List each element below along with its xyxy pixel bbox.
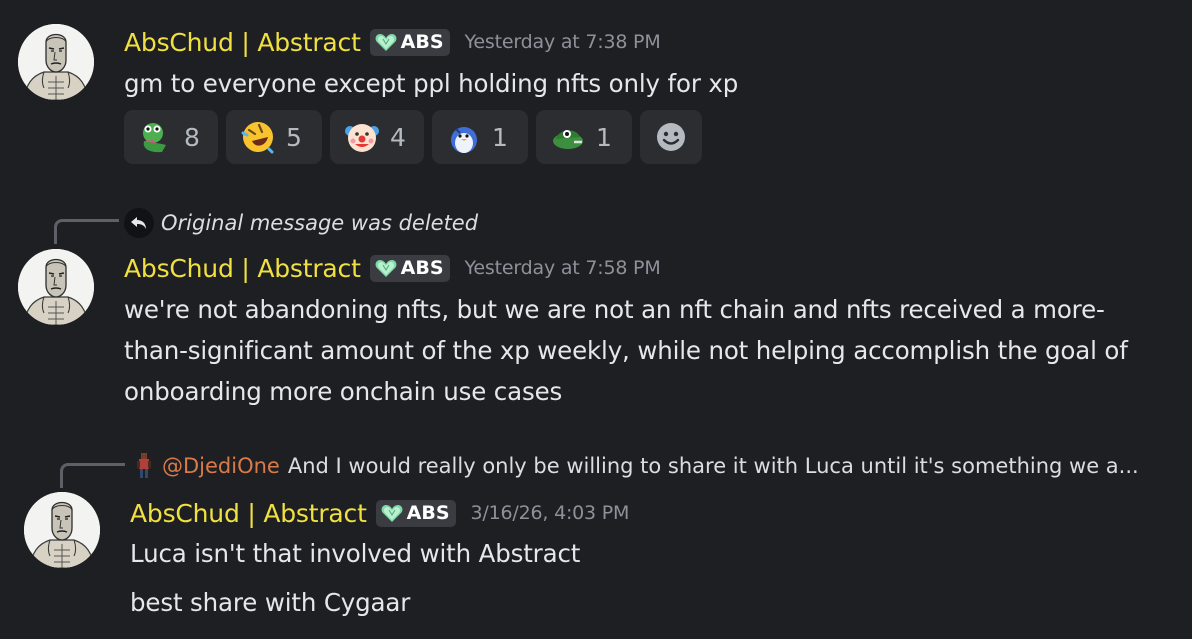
reply-preview[interactable]: Original message was deleted xyxy=(124,207,478,239)
reply-connector xyxy=(60,463,125,488)
add-reaction-button[interactable] xyxy=(640,110,702,164)
server-tag-label: ABS xyxy=(400,257,444,279)
message-line: than-significant amount of the xp weekly… xyxy=(124,336,1128,365)
reaction-button[interactable]: 8 xyxy=(124,110,218,164)
reply-arrow-icon xyxy=(124,208,154,238)
reaction-count: 5 xyxy=(286,122,302,152)
avatar[interactable] xyxy=(24,492,100,568)
timestamp[interactable]: Yesterday at 7:38 PM xyxy=(465,31,661,53)
server-tag-label: ABS xyxy=(400,31,444,53)
reaction-count: 1 xyxy=(492,122,508,152)
heart-icon xyxy=(381,504,403,523)
reply-mention[interactable]: @DjediOne xyxy=(162,454,280,478)
reactions-bar: 8 5 4 1 1 xyxy=(124,110,702,164)
reaction-button[interactable]: 5 xyxy=(226,110,322,164)
deleted-notice: Original message was deleted xyxy=(161,211,479,235)
avatar[interactable] xyxy=(18,249,94,325)
reply-preview[interactable]: @DjediOne And I would really only be wil… xyxy=(132,450,1139,482)
reply-connector xyxy=(54,219,119,244)
message-line: best share with Cygaar xyxy=(130,588,411,617)
message-line: we're not abandoning nfts, but we are no… xyxy=(124,295,1105,324)
message-line: onboarding more onchain use cases xyxy=(124,377,563,406)
timestamp[interactable]: 3/16/26, 4:03 PM xyxy=(471,502,630,524)
reaction-count: 4 xyxy=(390,122,406,152)
server-tag-badge[interactable]: ABS xyxy=(369,254,450,282)
timestamp[interactable]: Yesterday at 7:58 PM xyxy=(465,257,661,279)
pepe-heart-emoji-icon xyxy=(143,123,166,153)
server-tag-label: ABS xyxy=(406,502,450,524)
reaction-button[interactable]: 1 xyxy=(432,110,528,164)
djedione-avatar-icon xyxy=(137,453,151,478)
avatar[interactable] xyxy=(18,24,94,100)
reply-excerpt: And I would really only be willing to sh… xyxy=(287,454,1139,478)
username[interactable]: AbsChud | Abstract xyxy=(130,499,367,528)
username[interactable]: AbsChud | Abstract xyxy=(124,28,361,57)
reaction-button[interactable]: 4 xyxy=(330,110,424,164)
server-tag-badge[interactable]: ABS xyxy=(375,499,456,527)
clown-face-emoji-icon xyxy=(345,124,379,152)
message-line: Luca isn't that involved with Abstract xyxy=(130,539,581,568)
reaction-button[interactable]: 1 xyxy=(536,110,632,164)
penguin-emoji-icon xyxy=(451,127,477,153)
smiley-icon xyxy=(657,123,685,151)
heart-icon xyxy=(375,259,397,278)
server-tag-badge[interactable]: ABS xyxy=(369,28,450,56)
message-text: gm to everyone except ppl holding nfts o… xyxy=(124,69,739,98)
reaction-count: 8 xyxy=(184,122,200,152)
username[interactable]: AbsChud | Abstract xyxy=(124,254,361,283)
frog-cap-emoji-icon xyxy=(553,130,583,149)
rolling-laughing-emoji-icon xyxy=(241,122,274,154)
heart-icon xyxy=(375,33,397,52)
reaction-count: 1 xyxy=(596,122,612,152)
